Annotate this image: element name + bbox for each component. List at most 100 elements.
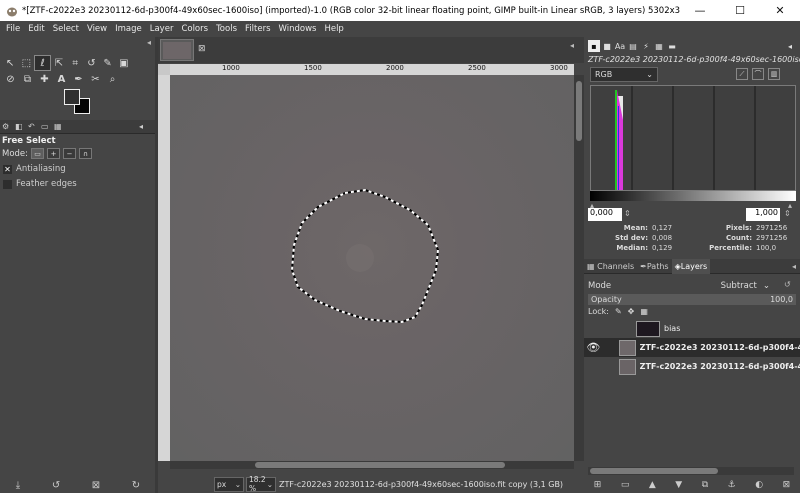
dock-menu-icon[interactable]: ◂ [784,40,796,52]
image-canvas[interactable] [170,75,574,461]
zoom-select[interactable]: 18.2 % ⌄ [246,475,276,493]
mode-intersect-button[interactable]: ∩ [79,148,93,159]
fg-color-tab-icon[interactable]: ■ [601,40,613,52]
log-scale-icon[interactable]: ⌒ [752,68,764,80]
layers-horizontal-scrollbar[interactable] [588,467,794,475]
tab-menu-icon[interactable]: ◂ [139,122,152,131]
antialiasing-checkbox[interactable]: ✕ [3,164,12,174]
tab-channels[interactable]: ▦ Channels [584,259,637,274]
duplicate-layer-icon[interactable]: ⧉ [702,480,708,490]
layers-hscroll-thumb[interactable] [590,468,718,474]
canvas-vertical-scrollbar[interactable] [574,75,584,461]
restore-options-icon[interactable]: ↺ [52,480,60,491]
mode-subtract-button[interactable]: − [63,148,77,159]
ruler-corner[interactable] [158,64,170,75]
vertical-ruler[interactable] [158,75,170,461]
patterns-tab-icon[interactable]: ▦ [653,40,665,52]
dock-menu-icon[interactable]: ◂ [147,38,151,47]
feather-edges-checkbox[interactable] [3,179,12,189]
image-tabs-menu-icon[interactable]: ◂ [570,41,574,50]
layer-mode-select[interactable]: Subtract ⌄ [721,281,770,291]
vscroll-thumb[interactable] [576,81,582,141]
clone-tool-icon[interactable]: ⧉ [19,71,36,87]
layer-row[interactable]: ZTF-c2022e3 20230112-6d-p300f4-49x60sec-… [584,357,800,376]
move-tool-icon[interactable]: ↖ [2,55,18,71]
crop-tool-icon[interactable]: ⌗ [67,55,83,71]
menu-windows[interactable]: Windows [275,24,321,34]
menu-select[interactable]: Select [49,24,83,34]
free-select-tool-icon[interactable]: ℓ [34,55,51,71]
fuzzy-select-tool-icon[interactable]: ⇱ [51,55,67,71]
mode-add-button[interactable]: + [47,148,61,159]
hscroll-thumb[interactable] [255,462,505,468]
tab-layers[interactable]: ◈ Layers [671,258,711,274]
horizontal-ruler[interactable]: 1000 1500 2000 2500 3000 [170,64,574,75]
heal-tool-icon[interactable]: ✚ [36,71,53,87]
undo-history-tab-icon[interactable]: ↶ [28,122,41,131]
device-status-tab-icon[interactable]: ◧ [15,122,28,131]
fonts-tab-icon[interactable]: Aa [614,40,626,52]
foreground-color-swatch[interactable] [64,89,80,105]
tab-paths[interactable]: ✒ Paths [637,259,671,274]
image-tab[interactable] [160,39,194,61]
histogram-plot[interactable] [590,85,796,191]
text-tool-icon[interactable]: A [53,71,70,87]
delete-options-icon[interactable]: ⊠ [92,480,100,491]
tool-options-tab-icon[interactable]: ⚙ [2,122,15,131]
minimize-button[interactable]: — [680,0,720,21]
layer-mask-icon[interactable]: ◐ [755,480,763,490]
maximize-button[interactable]: ☐ [720,0,760,21]
range-low-input[interactable]: 0,000 [588,208,622,221]
range-high-input[interactable]: 1,000 [746,208,780,221]
zoom-tool-icon[interactable]: ⌕ [104,71,121,87]
menu-layer[interactable]: Layer [146,24,178,34]
dock-menu-icon[interactable]: ◂ [792,262,796,271]
rotate-tool-icon[interactable]: ↺ [83,55,99,71]
lock-position-icon[interactable]: ✥ [628,307,635,316]
feather-edges-option[interactable]: Feather edges [3,179,77,189]
brushes-tab-icon[interactable]: ▦ [54,122,67,131]
anchor-layer-icon[interactable]: ⚓ [728,480,736,490]
lower-layer-icon[interactable]: ▼ [675,480,682,490]
paintbrush-tool-icon[interactable]: ✎ [100,55,116,71]
bucket-fill-tool-icon[interactable]: ▣ [116,55,132,71]
brush-tab-icon[interactable]: ▤ [627,40,639,52]
lock-alpha-icon[interactable]: ▦ [640,307,648,316]
menu-file[interactable]: File [2,24,24,34]
rect-select-tool-icon[interactable]: ⬚ [18,55,34,71]
range-low-spin-icon[interactable]: ⇕ [624,209,631,218]
menu-colors[interactable]: Colors [177,24,212,34]
gradient-tab-icon[interactable]: ▬ [666,40,678,52]
lock-pixels-icon[interactable]: ✎ [615,307,622,316]
channel-select[interactable]: RGB ⌄ [590,67,658,82]
linear-scale-icon[interactable]: ⟋ [736,68,748,80]
histogram-view-icon[interactable]: ▥ [768,68,780,80]
save-options-icon[interactable]: ⤓ [16,480,20,491]
menu-image[interactable]: Image [111,24,146,34]
image-tab-close-icon[interactable]: ⊠ [198,44,206,54]
range-high-spin-icon[interactable]: ⇕ [784,209,791,218]
opacity-slider[interactable]: Opacity 100,0 [588,294,796,305]
new-layer-icon[interactable]: ⊞ [594,480,602,490]
paths-tool-icon[interactable]: ✂ [87,71,104,87]
layer-row[interactable]: bias [584,319,800,338]
color-picker-tool-icon[interactable]: ✒ [70,71,87,87]
antialiasing-option[interactable]: ✕ Antialiasing [3,164,66,174]
menu-edit[interactable]: Edit [24,24,48,34]
reset-options-icon[interactable]: ↻ [132,480,140,491]
menu-help[interactable]: Help [320,24,347,34]
layer-row[interactable]: 👁 ZTF-c2022e3 20230112-6d-p300f4-49x60se… [584,338,800,357]
mode-reset-icon[interactable]: ↺ [784,280,791,289]
new-layer-group-icon[interactable]: ▭ [621,480,630,490]
fg-bg-colors[interactable] [64,89,96,119]
delete-layer-icon[interactable]: ⊠ [783,480,791,490]
close-button[interactable]: ✕ [760,0,800,21]
dynamics-tab-icon[interactable]: ⚡ [640,40,652,52]
mode-replace-button[interactable]: ▭ [31,148,45,159]
menu-filters[interactable]: Filters [241,24,274,34]
images-tab-icon[interactable]: ▭ [41,122,54,131]
menu-view[interactable]: View [83,24,111,34]
unit-select[interactable]: px ⌄ [214,476,244,492]
eye-icon[interactable]: 👁 [584,341,603,354]
eraser-tool-icon[interactable]: ⊘ [2,71,19,87]
